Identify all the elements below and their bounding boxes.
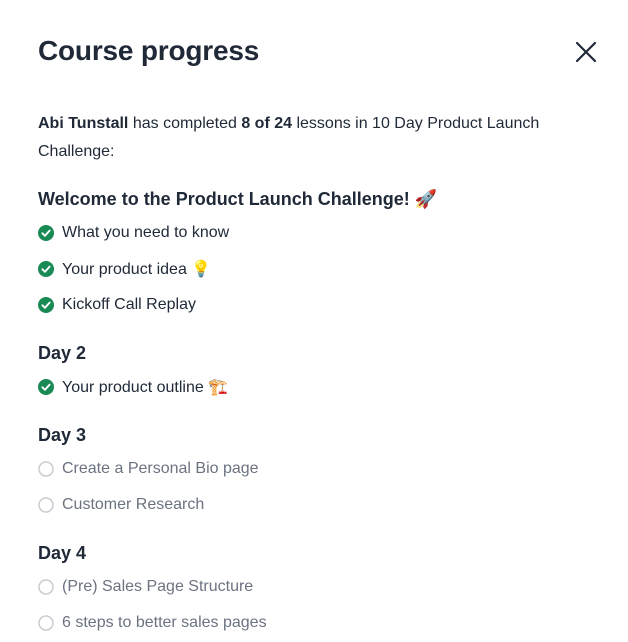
section-title-day-2: Day 2 [38,343,87,363]
section-title-welcome: Welcome to the Product Launch Challenge!… [38,189,438,209]
check-circle-icon [38,297,54,313]
summary-text-before: has completed [128,115,242,132]
lesson-item[interactable]: Kickoff Call Replay [38,293,196,317]
modal-title: Course progress [38,35,260,66]
close-icon[interactable] [572,38,600,66]
lesson-item[interactable]: Your product idea 💡 [38,257,211,281]
progress-count: 8 of 24 [241,115,293,132]
check-circle-icon [38,261,54,277]
lesson-label: Your product idea 💡 [62,261,212,278]
lesson-label: What you need to know [62,224,230,241]
progress-summary: Abi Tunstall has completed 8 of 24 lesso… [38,110,598,166]
empty-circle-icon [38,461,54,477]
lesson-item[interactable]: (Pre) Sales Page Structure [38,575,253,599]
check-circle-icon [38,225,54,241]
lesson-label: 6 steps to better sales pages [62,614,267,631]
empty-circle-icon [38,615,54,631]
empty-circle-icon [38,497,54,513]
lesson-item[interactable]: Customer Research [38,493,204,517]
lesson-label: Your product outline 🏗️ [62,379,229,396]
lesson-item[interactable]: 6 steps to better sales pages [38,611,267,635]
empty-circle-icon [38,579,54,595]
lesson-label: Kickoff Call Replay [62,296,196,313]
lesson-item[interactable]: Create a Personal Bio page [38,457,259,481]
section-title-day-4: Day 4 [38,543,87,563]
check-circle-icon [38,379,54,395]
lesson-item[interactable]: Your product outline 🏗️ [38,375,228,399]
lesson-item[interactable]: What you need to know [38,221,229,245]
lesson-label: Customer Research [62,496,205,513]
lesson-label: (Pre) Sales Page Structure [62,578,254,595]
section-title-day-3: Day 3 [38,425,87,445]
student-name: Abi Tunstall [38,115,129,132]
lesson-label: Create a Personal Bio page [62,460,259,477]
